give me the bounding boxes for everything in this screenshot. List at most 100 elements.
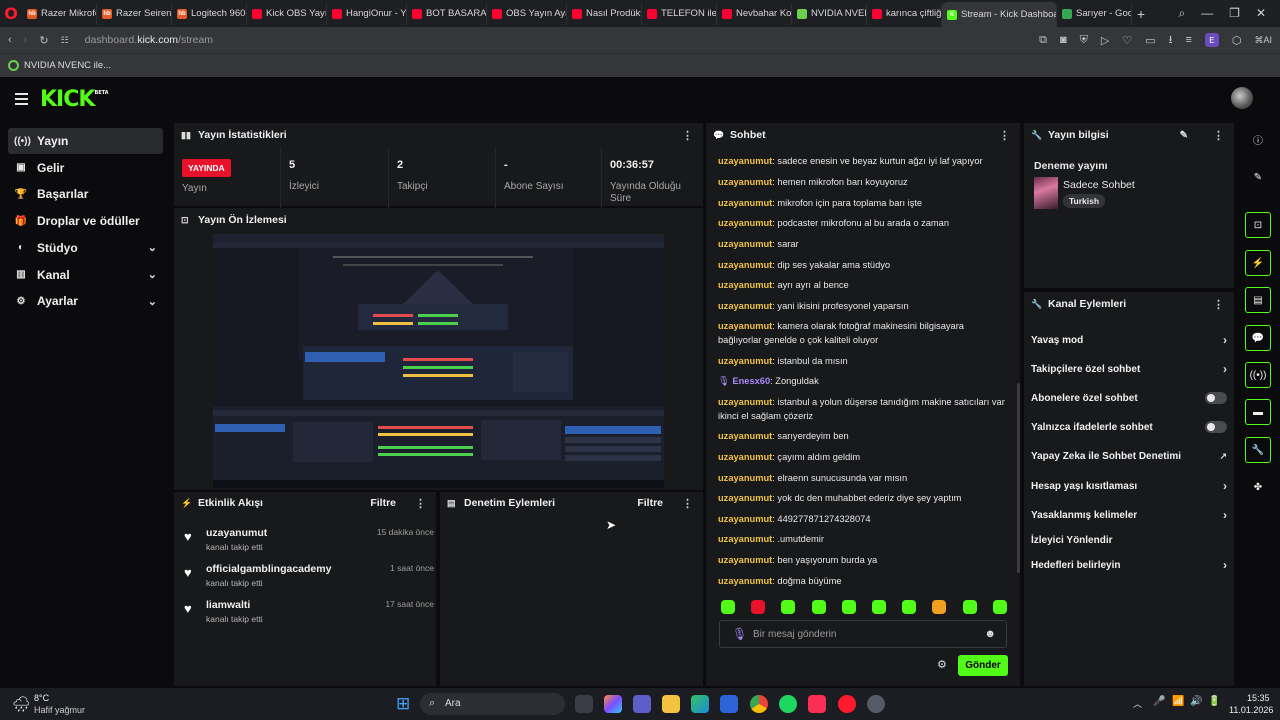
close-window-icon[interactable]: ✕ [1256,6,1266,21]
chevron-down-icon[interactable]: ⌄ [148,241,157,254]
stream-preview-video[interactable] [213,234,664,488]
browser-tab[interactable]: hb Razer Seiren M [97,2,172,25]
log-widget-icon[interactable]: ▤ [1245,287,1271,313]
more-options-icon[interactable]: ⋮ [999,129,1010,142]
browser-tab[interactable]: hb Razer Mikrofon [22,2,97,25]
spotify-icon[interactable] [779,695,797,713]
emote-icon[interactable] [811,600,826,614]
browser-tab[interactable]: OBS Yayın Ayarl [487,2,567,25]
live-widget-icon[interactable]: ((•)) [1245,362,1271,388]
download-icon[interactable]: ⭳ [1169,31,1173,50]
music-icon[interactable] [808,695,826,713]
more-options-icon[interactable]: ⋮ [415,497,426,510]
chat-username[interactable]: uzayanumut [718,301,772,311]
channel-action-item[interactable]: İzleyici Yönlendir [1031,530,1227,550]
extensions-icon[interactable]: ⬡ [1232,34,1242,47]
sidebar-item[interactable]: ((•)) Yayın [8,128,163,154]
reload-icon[interactable]: ↻ [39,34,48,47]
chevron-right-icon[interactable]: › [1223,362,1227,376]
mic-tray-icon[interactable]: 🎤 [1153,696,1165,707]
external-link-icon[interactable]: ↗ [1219,451,1227,462]
profile-avatar[interactable]: E [1204,33,1219,47]
chat-username[interactable]: uzayanumut [718,356,772,366]
browser-tab[interactable]: TELEFON ile PR [642,2,717,25]
activity-username[interactable]: uzayanumut [206,527,267,539]
app-taskbar-icon[interactable] [867,695,885,713]
chevron-right-icon[interactable]: › [1223,558,1227,572]
teams-icon[interactable] [633,695,651,713]
sidebar-item[interactable]: ⚙ Ayarlar ⌄ [8,288,163,314]
chrome-icon[interactable] [750,695,768,713]
emote-icon[interactable] [962,600,977,614]
url-field[interactable]: dashboard.kick.com/stream [85,34,213,46]
chat-username[interactable]: uzayanumut [718,452,772,462]
chat-username[interactable]: uzayanumut [718,576,772,586]
channel-action-item[interactable]: Abonelere özel sohbet [1031,388,1227,408]
more-options-icon[interactable]: ⋮ [1213,129,1224,142]
ai-icon[interactable]: ⌘AI [1254,35,1272,46]
emote-icon[interactable] [932,600,947,614]
browser-tab[interactable]: hb Logitech 960-0 [172,2,247,25]
chat-username[interactable]: uzayanumut [718,156,772,166]
chat-username[interactable]: uzayanumut [718,198,772,208]
camera-icon[interactable]: ◙ [1060,34,1067,46]
chat-username[interactable]: uzayanumut [718,280,772,290]
emote-icon[interactable] [872,600,886,614]
tray-chevron-icon[interactable]: ︿ [1133,697,1142,710]
channel-action-item[interactable]: Hedefleri belirleyin › [1031,555,1227,575]
wrench-widget-icon[interactable]: 🔧 [1245,437,1271,463]
browser-tab[interactable]: karınca çiftliği [867,2,942,25]
toggle-switch[interactable] [1205,421,1227,433]
bolt-widget-icon[interactable]: ⚡ [1245,250,1271,276]
channel-action-item[interactable]: Takipçilere özel sohbet › [1031,359,1227,379]
chevron-down-icon[interactable]: ⌄ [148,268,157,281]
weather-icon[interactable]: 🌧 [12,695,31,713]
browser-tab[interactable]: Sarıyer - Googl [1057,2,1132,25]
browser-tab[interactable]: NVIDIA NVENC [792,2,867,25]
play-icon[interactable]: ▷ [1101,34,1109,47]
maximize-icon[interactable]: ❐ [1229,6,1240,21]
task-view-icon[interactable] [575,695,593,713]
forward-icon[interactable]: › [24,34,28,46]
edit-icon[interactable]: ✎ [1245,164,1271,190]
minimize-icon[interactable]: — [1201,6,1213,21]
windows-start-icon[interactable]: ⊞ [396,694,410,714]
info-icon[interactable]: ⓘ [1245,126,1271,152]
chevron-down-icon[interactable]: ⌄ [148,295,157,308]
chat-settings-gear-icon[interactable]: ⚙ [937,658,947,671]
sidebar-item[interactable]: 🏆 Başarılar [8,181,163,207]
taskbar-search[interactable]: ⌕ Ara [420,693,565,715]
browser-tab[interactable]: Nevbahar Koç [717,2,792,25]
kick-logo[interactable]: KICKBETA [40,87,109,112]
activity-item[interactable]: ♥ uzayanumut kanalı takip etti 15 dakika ön… [184,527,434,561]
chat-username[interactable]: uzayanumut [718,260,772,270]
chat-input[interactable]: 🎙 Bir mesaj gönderin ☻ [719,620,1007,648]
send-button[interactable]: Gönder [958,655,1008,676]
microphone-icon[interactable]: 🎙 [732,627,747,641]
channel-action-item[interactable]: Yavaş mod › [1031,330,1227,350]
more-options-icon[interactable]: ⋮ [682,497,693,510]
chat-username[interactable]: uzayanumut [718,177,772,187]
copilot-icon[interactable] [604,695,622,713]
chat-scrollbar[interactable] [1017,383,1020,573]
activity-item[interactable]: ♥ liamwalti kanalı takip etti 17 saat önce [184,599,434,633]
channel-action-item[interactable]: Yasaklanmış kelimeler › [1031,505,1227,525]
chat-username[interactable]: uzayanumut [718,218,772,228]
filter-button[interactable]: Filtre [370,497,396,509]
sidebar-item[interactable]: ▥ Kanal ⌄ [8,262,163,288]
activity-username[interactable]: liamwalti [206,599,250,611]
back-icon[interactable]: ‹ [8,34,12,46]
bookmark-item[interactable]: NVIDIA NVENC ile... [24,60,111,71]
chat-username[interactable]: Enesx60 [732,376,770,386]
filter-button[interactable]: Filtre [637,497,663,509]
battery-icon[interactable]: 🔋 [1208,696,1220,707]
clock-date[interactable]: 11.01.2026 [1229,705,1273,715]
user-avatar[interactable] [1231,87,1253,109]
chat-username[interactable]: uzayanumut [718,493,772,503]
emote-icon[interactable] [902,600,917,614]
heart-icon[interactable]: ♡ [1122,34,1132,47]
channel-action-item[interactable]: Yapay Zeka ile Sohbet Denetimi ↗ [1031,446,1227,466]
chat-username[interactable]: uzayanumut [718,534,772,544]
chat-widget-icon[interactable]: 💬 [1245,325,1271,351]
opera-logo-icon[interactable]: O [0,0,22,27]
